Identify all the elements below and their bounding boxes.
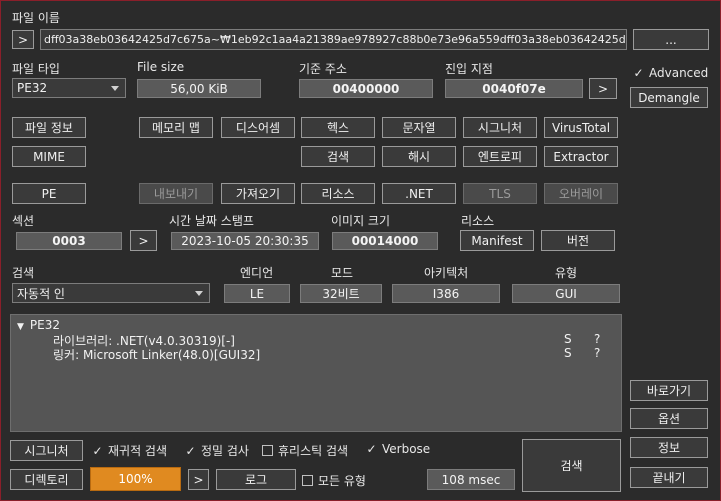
timestamp-value: 2023-10-05 20:30:35 <box>171 232 319 250</box>
deep-scan-checkbox[interactable]: ✓ 정밀 검사 <box>185 442 249 459</box>
progress-arrow-button[interactable]: > <box>188 469 209 490</box>
endian-label: 엔디언 <box>240 266 274 280</box>
pe-button[interactable]: PE <box>12 183 86 204</box>
check-icon: ✓ <box>185 443 196 458</box>
log-button[interactable]: 로그 <box>216 469 296 490</box>
scan-method-value: 자동적 인 <box>17 286 65 301</box>
elapsed-time: 108 msec <box>427 469 515 490</box>
checkbox-empty-icon <box>262 445 273 456</box>
all-types-label: 모든 유형 <box>318 474 366 488</box>
file-size-value: 56,00 KiB <box>137 79 261 98</box>
file-type-label: 파일 타입 <box>12 62 60 76</box>
file-type-select[interactable]: PE32 <box>12 78 126 98</box>
entry-point-label: 진입 지점 <box>445 62 493 76</box>
chevron-down-icon <box>111 86 119 91</box>
expand-arrow-icon[interactable]: ▼ <box>17 322 24 332</box>
file-path-field[interactable]: dff03a38eb03642425d7c675a~₩1eb92c1aa4a21… <box>40 29 627 50</box>
export-button: 내보내기 <box>139 183 213 204</box>
result-tree[interactable]: ▼ PE32 라이브러리: .NET(v4.0.30319)[-] S ? 링커:… <box>10 314 622 432</box>
signatures-button[interactable]: 시그니처 <box>10 440 83 461</box>
exit-button[interactable]: 끝내기 <box>630 467 708 488</box>
advanced-checkbox[interactable]: ✓ Advanced <box>633 66 708 80</box>
base-address-label: 기준 주소 <box>299 62 347 76</box>
heuristic-scan-checkbox[interactable]: 휴리스틱 검색 <box>262 442 348 459</box>
tls-button: TLS <box>463 183 537 204</box>
options-button[interactable]: 옵션 <box>630 408 708 429</box>
type-value: GUI <box>512 284 620 303</box>
version-button[interactable]: 버전 <box>541 230 615 251</box>
extractor-button[interactable]: Extractor <box>544 146 618 167</box>
arch-value: I386 <box>392 284 500 303</box>
recursive-scan-label: 재귀적 검색 <box>108 444 168 458</box>
search-button[interactable]: 검색 <box>301 146 375 167</box>
tree-item-col2: ? <box>594 346 601 360</box>
disasm-button[interactable]: 디스어셈 <box>221 117 295 138</box>
signature-button[interactable]: 시그니처 <box>463 117 537 138</box>
memory-map-button[interactable]: 메모리 맵 <box>139 117 213 138</box>
file-name-label: 파일 이름 <box>12 11 60 25</box>
timestamp-label: 시간 날짜 스탬프 <box>169 214 254 228</box>
file-type-value: PE32 <box>17 81 48 95</box>
about-button[interactable]: 정보 <box>630 437 708 458</box>
tree-item-col2: ? <box>594 332 601 346</box>
entry-point-arrow-button[interactable]: > <box>589 78 617 99</box>
image-size-value[interactable]: 00014000 <box>332 232 438 250</box>
file-size-label: File size <box>137 60 185 74</box>
mime-button[interactable]: MIME <box>12 146 86 167</box>
recursive-scan-checkbox[interactable]: ✓ 재귀적 검색 <box>92 442 167 459</box>
type-label: 유형 <box>555 266 578 280</box>
arch-label: 아키텍처 <box>424 266 469 280</box>
entropy-button[interactable]: 엔트로피 <box>463 146 537 167</box>
all-types-checkbox[interactable]: 모든 유형 <box>302 472 366 489</box>
overlay-button: 오버레이 <box>544 183 618 204</box>
file-info-button[interactable]: 파일 정보 <box>12 117 86 138</box>
base-address-value[interactable]: 00400000 <box>299 79 433 98</box>
progress-bar: 100% <box>90 467 181 491</box>
directory-button[interactable]: 디렉토리 <box>10 469 83 490</box>
check-icon: ✓ <box>366 442 377 456</box>
heuristic-scan-label: 휴리스틱 검색 <box>278 444 349 458</box>
manifest-button[interactable]: Manifest <box>460 230 534 251</box>
net-button[interactable]: .NET <box>382 183 456 204</box>
section-value[interactable]: 0003 <box>16 232 122 250</box>
chevron-down-icon <box>195 291 203 296</box>
demangle-button[interactable]: Demangle <box>630 87 708 108</box>
check-icon: ✓ <box>633 66 644 80</box>
virustotal-button[interactable]: VirusTotal <box>544 117 618 138</box>
tree-item-col1: S <box>564 332 572 346</box>
verbose-checkbox[interactable]: ✓ Verbose <box>366 442 430 456</box>
image-size-label: 이미지 크기 <box>331 214 391 228</box>
shortcuts-button[interactable]: 바로가기 <box>630 380 708 401</box>
verbose-label: Verbose <box>382 442 431 456</box>
deep-scan-label: 정밀 검사 <box>201 444 249 458</box>
tree-root[interactable]: ▼ PE32 <box>17 318 60 332</box>
resources-button[interactable]: 리소스 <box>301 183 375 204</box>
hash-button[interactable]: 해시 <box>382 146 456 167</box>
tree-item[interactable]: 링커: Microsoft Linker(48.0)[GUI32] <box>53 346 260 363</box>
tree-root-label: PE32 <box>29 318 61 332</box>
mode-label: 모드 <box>331 266 354 280</box>
scan-label: 검색 <box>12 266 35 280</box>
section-arrow-button[interactable]: > <box>130 230 157 251</box>
import-button[interactable]: 가져오기 <box>221 183 295 204</box>
strings-button[interactable]: 문자열 <box>382 117 456 138</box>
hex-button[interactable]: 헥스 <box>301 117 375 138</box>
checkbox-empty-icon <box>302 475 313 486</box>
advanced-label: Advanced <box>649 66 709 80</box>
resources-label: 리소스 <box>461 214 495 228</box>
browse-button[interactable]: ... <box>633 29 709 50</box>
mode-value: 32비트 <box>300 284 382 303</box>
history-arrow-button[interactable]: > <box>12 30 34 49</box>
tree-item-col1: S <box>564 346 572 360</box>
section-label: 섹션 <box>12 214 35 228</box>
scan-button[interactable]: 검색 <box>522 439 621 492</box>
scan-method-select[interactable]: 자동적 인 <box>12 283 210 303</box>
check-icon: ✓ <box>92 443 103 458</box>
entry-point-value[interactable]: 0040f07e <box>445 79 583 98</box>
endian-value: LE <box>224 284 290 303</box>
